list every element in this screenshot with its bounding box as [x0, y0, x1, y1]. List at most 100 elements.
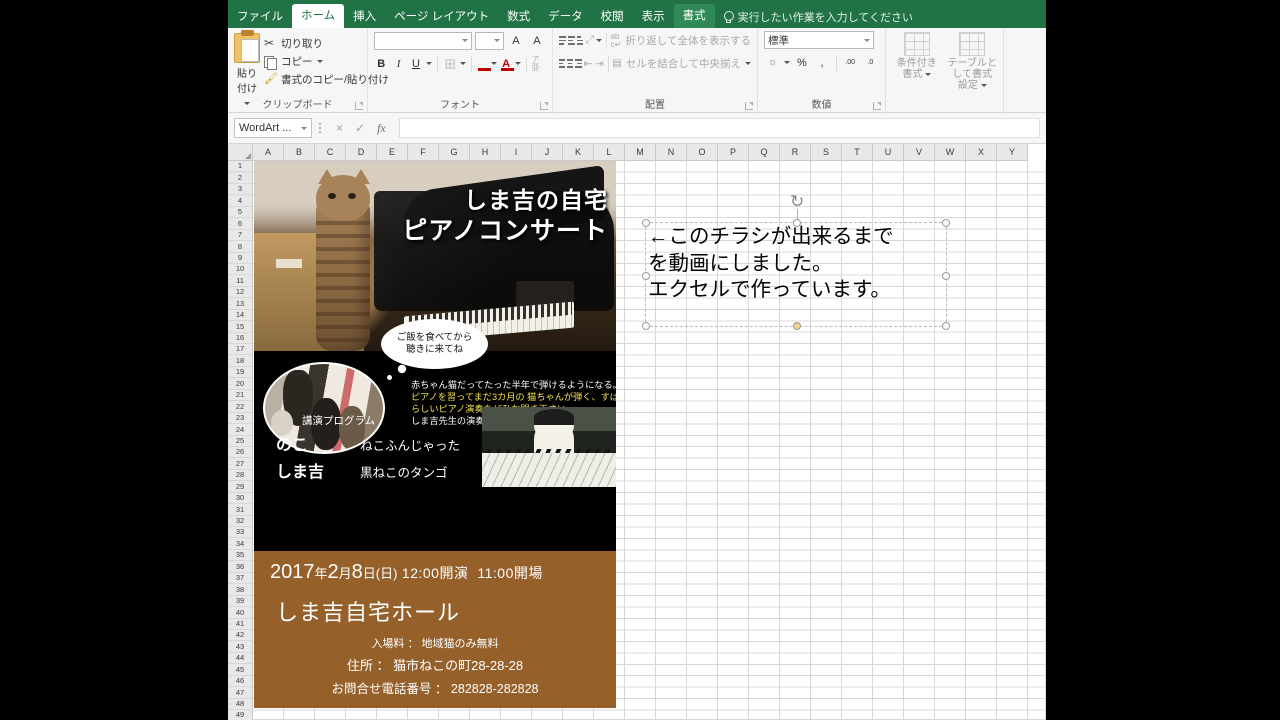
resize-handle-bottom-center[interactable]: [793, 322, 801, 330]
currency-button[interactable]: ¤: [764, 53, 781, 72]
column-header-D[interactable]: D: [346, 144, 377, 161]
column-header-E[interactable]: E: [377, 144, 408, 161]
rotate-handle-icon[interactable]: [790, 192, 805, 212]
column-header-V[interactable]: V: [904, 144, 935, 161]
row-header-28[interactable]: 28: [228, 469, 253, 482]
row-header-23[interactable]: 23: [228, 412, 253, 425]
row-header-1[interactable]: 1: [228, 161, 253, 173]
row-header-29[interactable]: 29: [228, 481, 253, 493]
comma-style-button[interactable]: ,: [813, 53, 830, 72]
row-header-45[interactable]: 45: [228, 664, 253, 676]
row-header-11[interactable]: 11: [228, 275, 253, 287]
row-header-48[interactable]: 48: [228, 698, 253, 710]
chevron-down-icon[interactable]: [980, 83, 987, 87]
name-box[interactable]: WordArt ...: [234, 118, 312, 138]
increase-decimal-button[interactable]: .00: [842, 53, 859, 72]
font-color-button[interactable]: A: [500, 56, 515, 71]
align-top-icon[interactable]: [559, 34, 566, 47]
chevron-down-icon[interactable]: [460, 62, 467, 65]
flyer-image[interactable]: しま吉の自宅 ピアノコンサート ご飯を食べてから 聴きに来てね 赤ちゃん猫だって…: [254, 161, 616, 708]
row-header-40[interactable]: 40: [228, 607, 253, 619]
font-dialog-launcher[interactable]: [540, 102, 548, 110]
resize-handle-middle-right[interactable]: [942, 271, 950, 280]
row-header-42[interactable]: 42: [228, 629, 253, 642]
align-middle-icon[interactable]: [567, 34, 575, 47]
borders-button[interactable]: 田: [443, 54, 457, 73]
row-header-6[interactable]: 6: [228, 218, 253, 230]
phonetic-guide-button[interactable]: ア亜: [532, 54, 546, 73]
column-header-S[interactable]: S: [811, 144, 842, 161]
resize-handle-middle-left[interactable]: [642, 271, 650, 280]
orientation-button[interactable]: ⤢: [585, 31, 594, 50]
row-header-33[interactable]: 33: [228, 527, 253, 539]
column-header-W[interactable]: W: [935, 144, 966, 161]
row-header-22[interactable]: 22: [228, 401, 253, 413]
row-header-12[interactable]: 12: [228, 286, 253, 299]
chevron-down-icon[interactable]: [426, 62, 433, 65]
number-format-select[interactable]: 標準: [764, 31, 874, 49]
increase-font-size-button[interactable]: A: [507, 31, 525, 50]
row-header-36[interactable]: 36: [228, 561, 253, 573]
row-header-9[interactable]: 9: [228, 252, 253, 264]
formula-bar-grip[interactable]: [317, 119, 323, 137]
row-header-8[interactable]: 8: [228, 241, 253, 253]
chevron-down-icon[interactable]: [491, 62, 498, 65]
tab-format[interactable]: 書式: [673, 4, 715, 28]
tab-home[interactable]: ホーム: [292, 4, 345, 28]
row-header-38[interactable]: 38: [228, 584, 253, 596]
column-header-J[interactable]: J: [532, 144, 563, 161]
resize-handle-top-left[interactable]: [642, 219, 650, 227]
chevron-down-icon[interactable]: [784, 61, 791, 64]
row-header-44[interactable]: 44: [228, 652, 253, 665]
row-header-5[interactable]: 5: [228, 206, 253, 219]
column-header-M[interactable]: M: [625, 144, 656, 161]
row-header-2[interactable]: 2: [228, 172, 253, 184]
row-header-37[interactable]: 37: [228, 572, 253, 585]
tab-file[interactable]: ファイル: [228, 6, 292, 28]
font-size-input[interactable]: [475, 31, 504, 50]
row-header-3[interactable]: 3: [228, 183, 253, 196]
selected-text-box[interactable]: ←このチラシが出来るまで を動画にしました。 エクセルで作っています。: [642, 192, 950, 330]
column-header-C[interactable]: C: [315, 144, 346, 161]
row-header-43[interactable]: 43: [228, 641, 253, 653]
row-header-16[interactable]: 16: [228, 332, 253, 344]
row-header-7[interactable]: 7: [228, 229, 253, 242]
row-header-10[interactable]: 10: [228, 263, 253, 276]
row-header-4[interactable]: 4: [228, 195, 253, 207]
confirm-entry-button[interactable]: ✓: [355, 121, 365, 135]
tab-view[interactable]: 表示: [633, 6, 674, 28]
align-bottom-icon[interactable]: [576, 34, 584, 47]
column-header-P[interactable]: P: [718, 144, 749, 161]
cancel-entry-button[interactable]: ×: [336, 121, 343, 135]
row-header-19[interactable]: 19: [228, 366, 253, 379]
column-header-H[interactable]: H: [470, 144, 501, 161]
row-header-26[interactable]: 26: [228, 446, 253, 459]
row-header-18[interactable]: 18: [228, 355, 253, 367]
column-header-A[interactable]: A: [253, 144, 284, 161]
row-header-17[interactable]: 17: [228, 344, 253, 356]
number-dialog-launcher[interactable]: [873, 102, 881, 110]
row-header-35[interactable]: 35: [228, 549, 253, 562]
resize-handle-top-center[interactable]: [793, 219, 801, 227]
column-header-R[interactable]: R: [780, 144, 811, 161]
tab-insert[interactable]: 挿入: [344, 6, 385, 28]
chevron-down-icon[interactable]: [514, 62, 521, 65]
insert-function-icon[interactable]: fx: [377, 121, 386, 136]
row-header-15[interactable]: 15: [228, 321, 253, 333]
percent-style-button[interactable]: %: [793, 53, 810, 72]
format-as-table-button[interactable]: テーブルとして書式設定: [948, 32, 998, 113]
row-header-25[interactable]: 25: [228, 435, 253, 447]
row-header-14[interactable]: 14: [228, 309, 253, 322]
formula-input[interactable]: [398, 118, 1040, 138]
select-all-button[interactable]: [228, 144, 253, 161]
row-header-34[interactable]: 34: [228, 538, 253, 550]
row-header-21[interactable]: 21: [228, 389, 253, 402]
column-header-N[interactable]: N: [656, 144, 687, 161]
alignment-dialog-launcher[interactable]: [745, 102, 753, 110]
column-header-K[interactable]: K: [563, 144, 594, 161]
row-header-30[interactable]: 30: [228, 492, 253, 505]
column-header-U[interactable]: U: [873, 144, 904, 161]
chevron-down-icon[interactable]: [316, 60, 323, 63]
align-left-icon[interactable]: [559, 57, 566, 70]
row-header-27[interactable]: 27: [228, 458, 253, 470]
